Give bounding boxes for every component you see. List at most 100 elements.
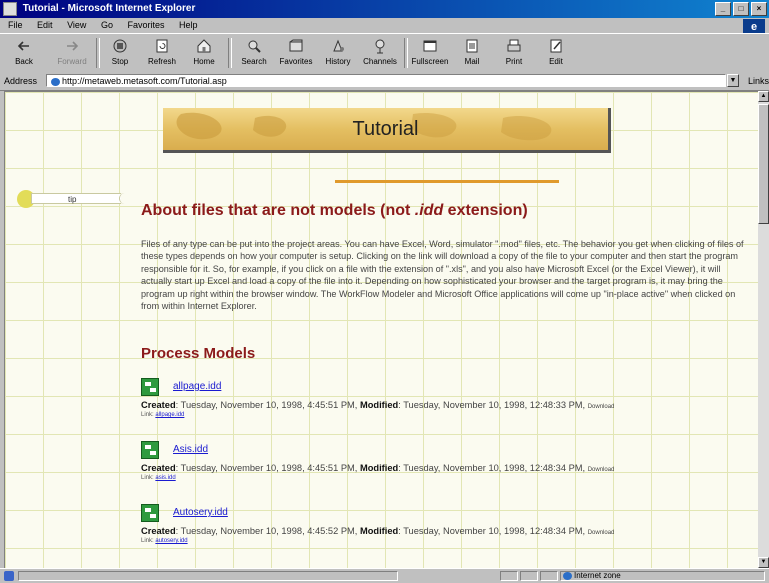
back-arrow-icon: [17, 41, 29, 51]
page-content: Tutorial tip About files that are not mo…: [4, 91, 759, 570]
model-url-link[interactable]: asis.idd: [155, 475, 175, 481]
refresh-label: Refresh: [147, 57, 176, 66]
mail-label: Mail: [464, 57, 480, 66]
back-button[interactable]: Back: [4, 36, 44, 70]
maximize-button[interactable]: □: [733, 2, 749, 16]
minimize-button[interactable]: _: [715, 2, 731, 16]
forward-arrow-icon: [67, 41, 79, 51]
scroll-thumb[interactable]: [758, 104, 769, 224]
scroll-up-icon[interactable]: ▲: [758, 91, 769, 102]
window-titlebar: Tutorial - Microsoft Internet Explorer _…: [0, 0, 769, 18]
edit-icon: [550, 39, 562, 53]
status-text-panel: [18, 571, 398, 581]
home-label: Home: [193, 57, 215, 66]
favorites-button[interactable]: Favorites: [276, 36, 316, 70]
status-panel: [540, 571, 558, 581]
address-label: Address: [4, 76, 38, 86]
download-link[interactable]: Download: [588, 467, 615, 473]
tip-tab[interactable]: tip: [17, 190, 129, 208]
tutorial-banner: Tutorial: [163, 108, 611, 153]
status-page-icon: [4, 571, 14, 581]
stop-icon: [113, 39, 127, 53]
model-link[interactable]: Autosery.idd: [173, 507, 228, 518]
menu-view[interactable]: View: [67, 20, 86, 30]
links-button[interactable]: Links: [748, 76, 769, 86]
address-dropdown-button[interactable]: ▼: [727, 74, 739, 87]
internet-zone-icon: [563, 572, 572, 580]
model-url: Link: allpage.idd: [141, 412, 185, 418]
body-paragraph: Files of any type can be put into the pr…: [141, 239, 744, 312]
search-label: Search: [241, 57, 267, 66]
menu-favorites[interactable]: Favorites: [127, 20, 164, 30]
address-input[interactable]: http://metaweb.metasoft.com/Tutorial.asp: [46, 74, 726, 87]
section-title-prefix: About files that are not models (not: [141, 202, 415, 219]
model-url-link[interactable]: autosery.idd: [155, 538, 187, 544]
page-icon: [51, 77, 60, 86]
model-file-icon[interactable]: [141, 441, 159, 459]
model-url: Link: asis.idd: [141, 475, 176, 481]
favorites-label: Favorites: [279, 57, 313, 66]
download-link[interactable]: Download: [588, 530, 615, 536]
zone-label: Internet zone: [574, 571, 621, 581]
model-link[interactable]: allpage.idd: [173, 381, 221, 392]
print-label: Print: [505, 57, 523, 66]
model-meta: Created: Tuesday, November 10, 1998, 4:4…: [141, 526, 615, 536]
model-meta: Created: Tuesday, November 10, 1998, 4:4…: [141, 463, 615, 473]
stop-button[interactable]: Stop: [100, 36, 140, 70]
mail-button[interactable]: Mail: [452, 36, 492, 70]
menu-help[interactable]: Help: [179, 20, 198, 30]
tip-label: tip: [31, 193, 121, 204]
menu-file[interactable]: File: [8, 20, 23, 30]
back-label: Back: [15, 57, 33, 66]
refresh-button[interactable]: Refresh: [142, 36, 182, 70]
channels-button[interactable]: Channels: [360, 36, 400, 70]
section-title-ext: .idd: [414, 202, 444, 219]
model-file-icon[interactable]: [141, 504, 159, 522]
search-icon: [248, 40, 261, 53]
banner-title: Tutorial: [352, 118, 419, 140]
status-panel: [520, 571, 538, 581]
history-button[interactable]: History: [318, 36, 358, 70]
model-url-link[interactable]: allpage.idd: [155, 412, 184, 418]
vertical-scrollbar[interactable]: ▲ ▼: [758, 91, 769, 568]
fullscreen-icon: [423, 40, 437, 52]
forward-button[interactable]: Forward: [52, 36, 92, 70]
fullscreen-label: Fullscreen: [411, 57, 449, 66]
status-panel: [500, 571, 518, 581]
model-meta: Created: Tuesday, November 10, 1998, 4:4…: [141, 400, 615, 410]
standard-toolbar: Back Forward Stop Refresh Home Search Fa…: [0, 33, 769, 73]
divider-line: [335, 180, 559, 183]
window-title: Tutorial - Microsoft Internet Explorer: [22, 3, 196, 14]
menu-bar: File Edit View Go Favorites Help: [0, 18, 769, 32]
scroll-down-icon[interactable]: ▼: [758, 557, 769, 568]
edit-label: Edit: [549, 57, 563, 66]
model-link[interactable]: Asis.idd: [173, 444, 208, 455]
download-link[interactable]: Download: [588, 404, 615, 410]
search-button[interactable]: Search: [234, 36, 274, 70]
channels-icon: [375, 39, 385, 54]
favorites-icon: [289, 39, 303, 52]
home-icon: [197, 39, 211, 53]
address-bar: Address http://metaweb.metasoft.com/Tuto…: [0, 72, 769, 91]
forward-label: Forward: [57, 57, 87, 66]
close-button[interactable]: ×: [751, 2, 767, 16]
stop-label: Stop: [111, 57, 129, 66]
zone-panel: Internet zone: [560, 571, 765, 581]
menu-edit[interactable]: Edit: [37, 20, 53, 30]
channels-label: Channels: [363, 57, 397, 66]
model-file-icon[interactable]: [141, 378, 159, 396]
edit-button[interactable]: Edit: [536, 36, 576, 70]
section-title-suffix: extension): [443, 202, 528, 219]
history-label: History: [325, 57, 351, 66]
mail-icon: [466, 39, 478, 53]
address-url: http://metaweb.metasoft.com/Tutorial.asp: [62, 76, 227, 86]
section-title: About files that are not models (not .id…: [141, 202, 528, 220]
print-icon: [507, 39, 521, 52]
fullscreen-button[interactable]: Fullscreen: [410, 36, 450, 70]
print-button[interactable]: Print: [494, 36, 534, 70]
home-button[interactable]: Home: [184, 36, 224, 70]
menu-go[interactable]: Go: [101, 20, 113, 30]
model-url: Link: autosery.idd: [141, 538, 188, 544]
process-models-heading: Process Models: [141, 345, 256, 362]
ie-app-icon[interactable]: [3, 2, 17, 16]
